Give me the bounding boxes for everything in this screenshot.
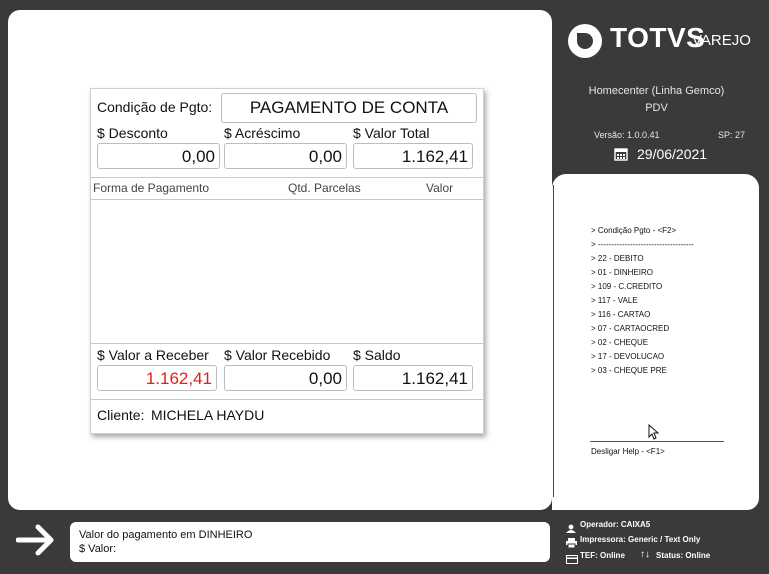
col-qtd-parcelas: Qtd. Parcelas [288,181,361,195]
table-top-divider [91,177,483,178]
sync-arrows-icon: ↑↓ [640,549,650,560]
impressora-text: Impressora: Generic / Text Only [580,535,701,544]
table-bottom-divider [91,343,483,344]
payment-list[interactable] [91,200,483,345]
cliente-divider [91,399,483,400]
help-vertical-divider [553,185,554,497]
totvs-logo-icon [568,24,602,58]
arrow-right-icon [15,522,56,558]
help-item: > 109 - C.CREDITO [591,282,663,291]
help-item: > 17 - DEVOLUCAO [591,352,665,361]
calendar-icon [614,147,628,166]
acrescimo-label: $ Acréscimo [224,125,301,141]
brand-panel: TOTVS VAREJO Homecenter (Linha Gemco) PD… [552,10,761,174]
help-item: > 22 - DEBITO [591,254,644,263]
condicao-field[interactable]: PAGAMENTO DE CONTA [221,93,477,123]
varejo-logo-text: VAREJO [692,32,751,49]
saldo-label: $ Saldo [353,347,401,363]
cliente-value: MICHELA HAYDU [151,407,265,423]
payment-card: Condição de Pgto: PAGAMENTO DE CONTA $ D… [90,88,484,434]
store-name: Homecenter (Linha Gemco) [588,85,725,97]
operador-text: Operador: CAIXA5 [580,520,651,529]
desconto-field[interactable]: 0,00 [97,143,220,169]
valor-total-field[interactable]: 1.162,41 [353,143,473,169]
sp-text: SP: 27 [718,130,746,140]
tef-card-icon [566,551,578,569]
help-panel: > Condição Pgto - <F2> > ---------------… [552,174,759,510]
message-box[interactable]: Valor do pagamento em DINHEIRO $ Valor: [70,522,550,562]
desconto-label: $ Desconto [97,125,168,141]
help-item: > 07 - CARTAOCRED [591,324,670,333]
message-line1: Valor do pagamento em DINHEIRO [79,529,253,541]
acrescimo-field[interactable]: 0,00 [224,143,347,169]
help-item: > ------------------------------------ [591,240,694,249]
saldo-field[interactable]: 1.162,41 [353,365,473,391]
help-item: > 117 - VALE [591,296,638,305]
condicao-label: Condição de Pgto: [97,99,213,115]
valor-recebido-field[interactable]: 0,00 [224,365,347,391]
tef-text: TEF: Online [580,551,625,560]
help-item: > 03 - CHEQUE PRE [591,366,667,375]
desligar-help-link[interactable]: Desligar Help - <F1> [591,447,665,456]
help-footer-divider [590,441,724,442]
help-item: > 02 - CHEQUE [591,338,649,347]
col-forma-pagamento: Forma de Pagamento [93,181,210,195]
help-item: > 116 - CARTAO [591,310,651,319]
valor-recebido-label: $ Valor Recebido [224,347,331,363]
valor-receber-label: $ Valor a Receber [97,347,209,363]
version-text: Versão: 1.0.0.41 [594,130,660,140]
date-text: 29/06/2021 [637,146,708,162]
status-text: Status: Online [656,551,711,560]
valor-total-label: $ Valor Total [353,125,430,141]
help-item: > 01 - DINHEIRO [591,268,654,277]
pdv-label: PDV [645,102,668,114]
cliente-label: Cliente: [97,407,145,423]
col-valor: Valor [426,181,454,195]
help-item: > Condição Pgto - <F2> [591,226,677,235]
valor-receber-field[interactable]: 1.162,41 [97,365,217,391]
message-line2: $ Valor: [79,543,117,555]
